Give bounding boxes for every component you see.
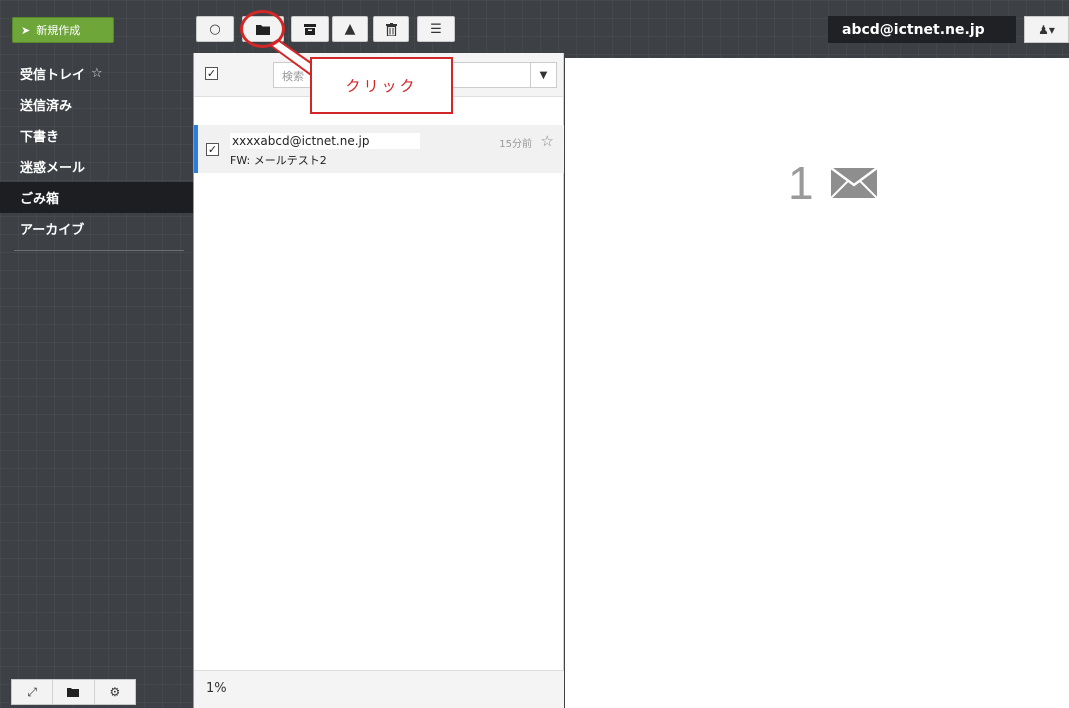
callout-text: クリック	[345, 77, 418, 95]
annotation-callout: クリック	[310, 57, 453, 114]
annotation-circle	[240, 10, 285, 48]
annotation-pointer	[268, 38, 319, 82]
